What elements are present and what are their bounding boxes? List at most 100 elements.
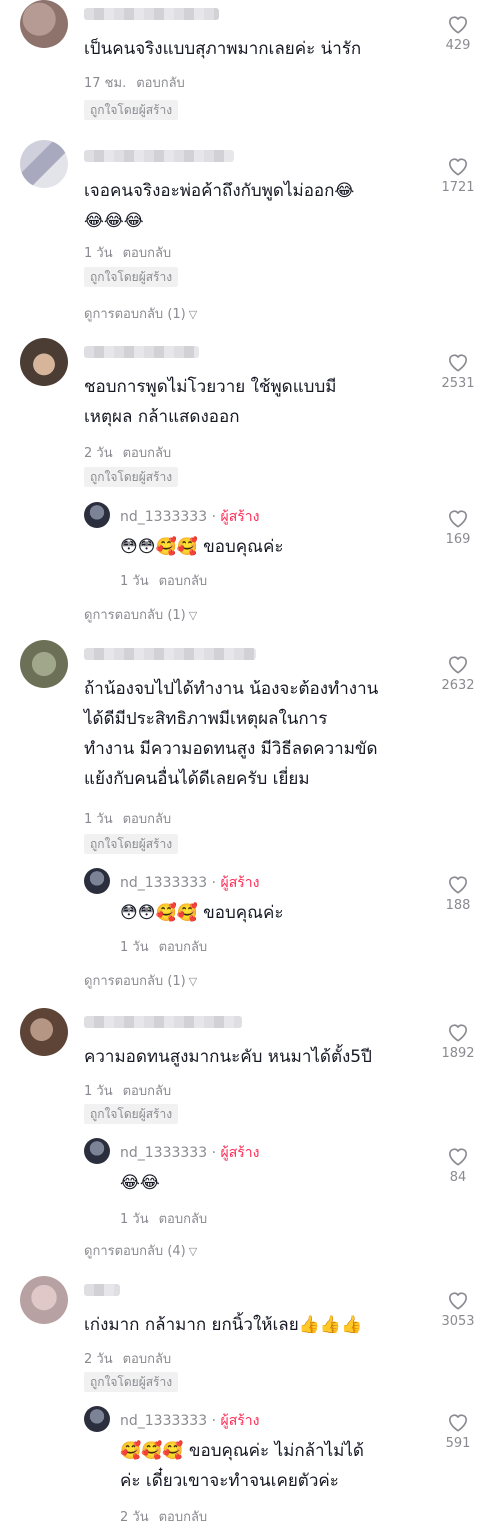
- view-replies-button[interactable]: ดูการตอบกลับ (1) ▽: [84, 970, 197, 991]
- like-button[interactable]: 2632: [428, 654, 488, 693]
- avatar[interactable]: [20, 338, 68, 386]
- comment-time: 2 วัน: [84, 446, 113, 461]
- reply-time: 1 วัน: [120, 1212, 149, 1227]
- view-replies-button[interactable]: ดูการตอบกลับ (1) ▽: [84, 303, 197, 324]
- view-replies-button[interactable]: ดูการตอบกลับ (1) ▽: [84, 604, 197, 625]
- reply-meta: 1 วัน ตอบกลับ: [120, 936, 207, 957]
- comment-text: ชอบการพูดไม่โวยวาย ใช้พูดแบบมี เหตุผล กล…: [84, 377, 337, 427]
- view-replies-label: ดูการตอบกลับ (1): [84, 608, 186, 623]
- avatar[interactable]: [20, 1008, 68, 1056]
- like-button[interactable]: 1721: [428, 156, 488, 195]
- comment-time: 1 วัน: [84, 1084, 113, 1099]
- view-replies-button[interactable]: ดูการตอบกลับ (4) ▽: [84, 1240, 197, 1261]
- comment-meta: 1 วัน ตอบกลับ: [84, 808, 171, 829]
- creator-avatar[interactable]: [84, 1406, 110, 1432]
- liked-by-creator-badge: ถูกใจโดยผู้สร้าง: [84, 834, 179, 854]
- comment-time: 2 วัน: [84, 1352, 113, 1367]
- like-count: 2531: [441, 376, 475, 391]
- comment-item: เป็นคนจริงแบบสุภาพมากเลยค่ะ น่ารัก 17 ชม…: [0, 0, 500, 140]
- heart-icon: [449, 1148, 467, 1166]
- like-count: 1892: [441, 1046, 475, 1061]
- liked-by-creator-badge: ถูกใจโดยผู้สร้าง: [84, 467, 179, 487]
- reply-link[interactable]: ตอบกลับ: [123, 1352, 172, 1367]
- like-count: 591: [445, 1436, 471, 1451]
- comment-item: เจอคนจริงอะพ่อค้าถึงกับพูดไม่ออก😂 😂😂😂 1 …: [0, 140, 500, 330]
- reply-author[interactable]: nd_1333333 · ผู้สร้าง: [120, 1410, 259, 1432]
- reply-link[interactable]: ตอบกลับ: [159, 1212, 208, 1227]
- comment-time: 17 ชม.: [84, 76, 127, 91]
- reply-text: 😳😳🥰🥰 ขอบคุณค่ะ: [120, 903, 284, 923]
- reply-link[interactable]: ตอบกลับ: [123, 1084, 172, 1099]
- reply-meta: 1 วัน ตอบกลับ: [120, 570, 207, 591]
- username-blurred[interactable]: [84, 1016, 242, 1028]
- reply-time: 2 วัน: [120, 1510, 149, 1525]
- reply-time: 1 วัน: [120, 574, 149, 589]
- like-count: 169: [445, 532, 471, 547]
- like-count: 3053: [441, 1314, 475, 1329]
- avatar[interactable]: [20, 140, 68, 188]
- chevron-down-icon: ▽: [188, 308, 198, 321]
- reply-link[interactable]: ตอบกลับ: [123, 446, 172, 461]
- comment-meta: 2 วัน ตอบกลับ: [84, 1348, 171, 1369]
- like-button[interactable]: 3053: [428, 1290, 488, 1329]
- like-button[interactable]: 1892: [428, 1022, 488, 1061]
- like-button[interactable]: 84: [428, 1146, 488, 1185]
- view-replies-label: ดูการตอบกลับ (4): [84, 1244, 186, 1259]
- comment-time: 1 วัน: [84, 812, 113, 827]
- reply-author[interactable]: nd_1333333 · ผู้สร้าง: [120, 1142, 259, 1164]
- reply-username: nd_1333333: [120, 509, 208, 525]
- avatar[interactable]: [20, 640, 68, 688]
- comment-item: ชอบการพูดไม่โวยวาย ใช้พูดแบบมี เหตุผล กล…: [0, 338, 500, 628]
- like-button[interactable]: 169: [428, 508, 488, 547]
- reply-link[interactable]: ตอบกลับ: [159, 574, 208, 589]
- heart-icon: [449, 354, 467, 372]
- reply-link[interactable]: ตอบกลับ: [123, 812, 172, 827]
- chevron-down-icon: ▽: [188, 1245, 198, 1258]
- reply-link[interactable]: ตอบกลับ: [136, 76, 185, 91]
- like-button[interactable]: 591: [428, 1412, 488, 1451]
- reply-username: nd_1333333: [120, 875, 208, 891]
- reply-link[interactable]: ตอบกลับ: [123, 246, 172, 261]
- like-button[interactable]: 188: [428, 874, 488, 913]
- like-button[interactable]: 2531: [428, 352, 488, 391]
- reply-author[interactable]: nd_1333333 · ผู้สร้าง: [120, 506, 259, 528]
- username-blurred[interactable]: [84, 8, 219, 20]
- reply-text: 😂😂: [120, 1173, 160, 1193]
- like-button[interactable]: 429: [428, 14, 488, 53]
- comment-meta: 2 วัน ตอบกลับ: [84, 442, 171, 463]
- username-blurred[interactable]: [84, 648, 256, 660]
- reply-username: nd_1333333: [120, 1145, 208, 1161]
- creator-badge: ผู้สร้าง: [220, 509, 260, 525]
- creator-avatar[interactable]: [84, 1138, 110, 1164]
- comment-time: 1 วัน: [84, 246, 113, 261]
- reply-link[interactable]: ตอบกลับ: [159, 940, 208, 955]
- reply-link[interactable]: ตอบกลับ: [159, 1510, 208, 1525]
- creator-avatar[interactable]: [84, 502, 110, 528]
- heart-icon: [449, 656, 467, 674]
- comment-item: ถ้าน้องจบไปได้ทำงาน น้องจะต้องทำงาน ได้ด…: [0, 640, 500, 1000]
- heart-icon: [449, 510, 467, 528]
- view-replies-label: ดูการตอบกลับ (1): [84, 974, 186, 989]
- liked-by-creator-badge: ถูกใจโดยผู้สร้าง: [84, 1104, 179, 1124]
- like-count: 84: [449, 1170, 467, 1185]
- username-blurred[interactable]: [84, 150, 234, 162]
- like-count: 1721: [441, 180, 475, 195]
- avatar[interactable]: [20, 1276, 68, 1324]
- heart-icon: [449, 1024, 467, 1042]
- like-count: 188: [445, 898, 471, 913]
- username-blurred[interactable]: [84, 1284, 120, 1296]
- username-blurred[interactable]: [84, 346, 199, 358]
- reply-author[interactable]: nd_1333333 · ผู้สร้าง: [120, 872, 259, 894]
- comment-meta: 1 วัน ตอบกลับ: [84, 242, 171, 263]
- comment-item: เก่งมาก กล้ามาก ยกนิ้วให้เลย👍👍👍 2 วัน ตอบ…: [0, 1276, 500, 1526]
- comment-text: เจอคนจริงอะพ่อค้าถึงกับพูดไม่ออก😂 😂😂😂: [84, 181, 355, 231]
- like-count: 2632: [441, 678, 475, 693]
- avatar[interactable]: [20, 0, 68, 48]
- comment-meta: 17 ชม. ตอบกลับ: [84, 72, 185, 93]
- heart-icon: [449, 16, 467, 34]
- chevron-down-icon: ▽: [188, 609, 198, 622]
- comment-text: ความอดทนสูงมากนะคับ หนมาได้ตั้ง5ปี: [84, 1047, 372, 1067]
- creator-avatar[interactable]: [84, 868, 110, 894]
- reply-meta: 2 วัน ตอบกลับ: [120, 1506, 207, 1526]
- reply-meta: 1 วัน ตอบกลับ: [120, 1208, 207, 1229]
